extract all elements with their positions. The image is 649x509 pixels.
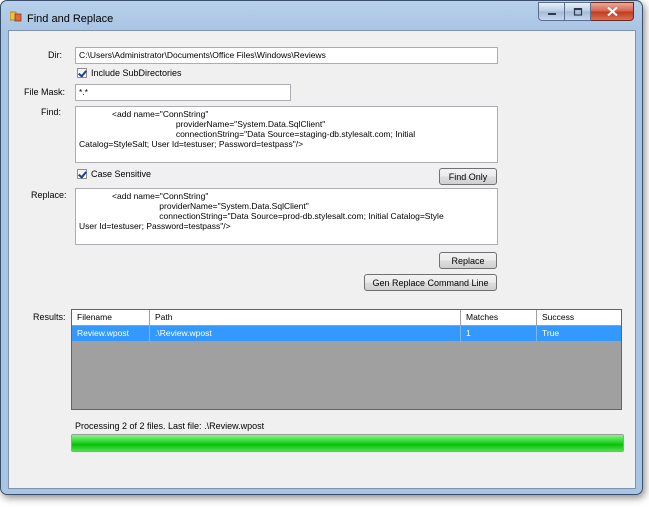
- include-subdirs-checkbox[interactable]: Include SubDirectories: [77, 68, 182, 78]
- column-header-filename[interactable]: Filename: [72, 310, 150, 325]
- column-header-success[interactable]: Success: [537, 310, 621, 325]
- results-grid[interactable]: Filename Path Matches Success Review.wpo…: [71, 309, 622, 410]
- cell-path: .\Review.wpost: [150, 326, 461, 341]
- find-replace-window: Find and Replace Dir: C:\Users\Administr…: [0, 0, 643, 495]
- results-label: Results:: [33, 312, 66, 322]
- find-only-button[interactable]: Find Only: [439, 168, 497, 185]
- cell-matches: 1: [461, 326, 537, 341]
- close-button[interactable]: [591, 2, 634, 21]
- replace-button[interactable]: Replace: [439, 252, 497, 269]
- dir-input[interactable]: C:\Users\Administrator\Documents\Office …: [75, 47, 498, 64]
- progress-bar-fill: [72, 435, 623, 451]
- maximize-icon: [573, 7, 582, 16]
- window-title: Find and Replace: [27, 13, 114, 25]
- progress-bar: [71, 434, 624, 452]
- find-label: Find:: [41, 107, 62, 117]
- results-grid-header: Filename Path Matches Success: [72, 310, 621, 326]
- column-header-matches[interactable]: Matches: [461, 310, 537, 325]
- file-mask-input[interactable]: *.*: [75, 84, 291, 101]
- dir-label: Dir:: [48, 50, 62, 60]
- cell-success: True: [542, 328, 560, 338]
- file-mask-label: File Mask:: [24, 87, 66, 97]
- cell-filename: Review.wpost: [72, 326, 150, 341]
- minimize-icon: [547, 12, 556, 15]
- client-area: Dir: C:\Users\Administrator\Documents\Of…: [8, 30, 636, 489]
- find-textarea[interactable]: <add name="ConnString" providerName="Sys…: [75, 106, 498, 163]
- status-text: Processing 2 of 2 files. Last file: .\Re…: [75, 421, 265, 431]
- checkbox-check-icon: [77, 68, 87, 78]
- table-row[interactable]: Review.wpost .\Review.wpost 1 True: [72, 326, 621, 341]
- close-icon: [606, 7, 618, 16]
- case-sensitive-checkbox[interactable]: Case Sensitive: [77, 169, 151, 179]
- case-sensitive-label: Case Sensitive: [91, 169, 152, 179]
- gen-replace-command-line-button[interactable]: Gen Replace Command Line: [364, 274, 497, 291]
- maximize-button[interactable]: [565, 2, 591, 21]
- checkbox-check-icon: [77, 169, 87, 179]
- replace-textarea[interactable]: <add name="ConnString" providerName="Sys…: [75, 188, 498, 245]
- app-icon: [10, 11, 22, 22]
- minimize-button[interactable]: [538, 2, 565, 21]
- include-subdirs-label: Include SubDirectories: [91, 68, 182, 78]
- title-bar[interactable]: Find and Replace: [1, 1, 642, 29]
- column-header-path[interactable]: Path: [150, 310, 461, 325]
- replace-label: Replace:: [31, 190, 67, 200]
